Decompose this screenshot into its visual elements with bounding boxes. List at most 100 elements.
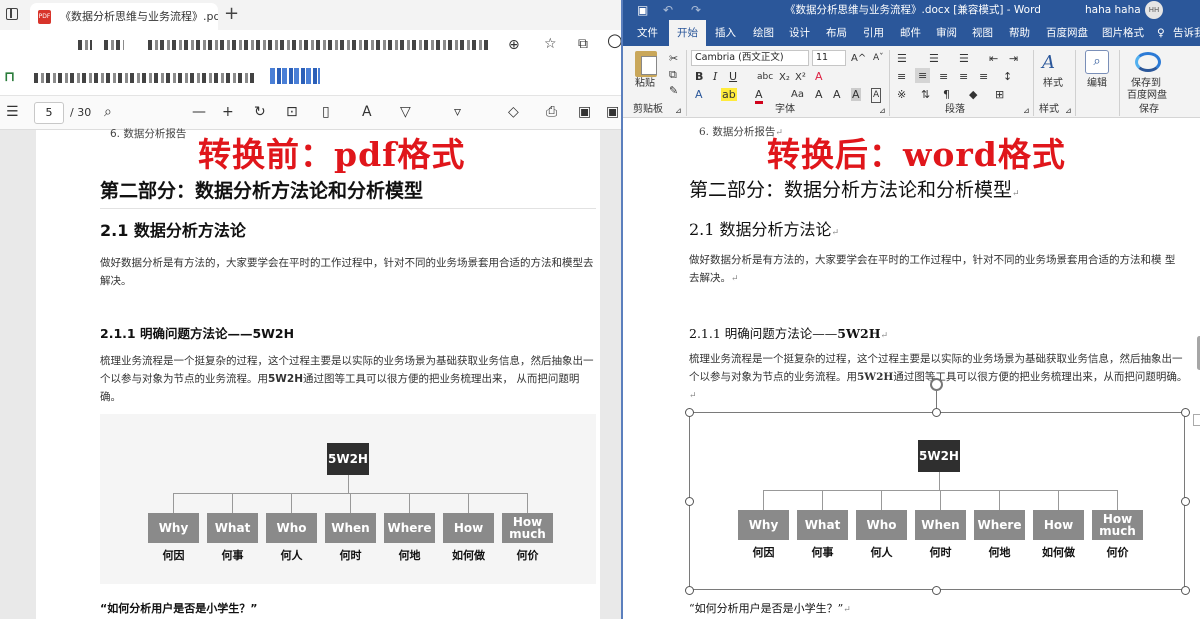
bullets-icon[interactable]: ☰ [897,52,907,65]
resize-handle[interactable] [1181,586,1190,595]
dialog-launcher-icon[interactable]: ⊿ [879,104,886,117]
contents-icon[interactable]: ☰ [6,104,19,120]
multilevel-list-icon[interactable]: ☰ [959,52,969,65]
rotate-icon[interactable]: ↻ [254,104,266,120]
save-to-netdisk-label-1[interactable]: 保存到 [1131,78,1161,90]
shrink-font-icon-2[interactable]: A [833,88,841,101]
tab-design[interactable]: 设计 [789,20,810,46]
redo-icon[interactable]: ↷ [691,2,701,18]
lightbulb-icon[interactable]: ♀ [1157,20,1165,46]
clear-format-icon[interactable]: A [815,70,823,83]
fit-page-icon[interactable]: ⊡ [286,104,298,120]
draw-icon[interactable]: ▽ [400,104,411,120]
tab-mailings[interactable]: 邮件 [900,20,921,46]
find-icon[interactable]: ⌕ [1085,50,1109,74]
resize-handle[interactable] [685,408,694,417]
styles-button[interactable]: 样式 [1043,78,1063,90]
dialog-launcher-icon[interactable]: ⊿ [1023,104,1030,117]
superscript-button[interactable]: X² [795,71,806,84]
redacted-bookmark-chip[interactable] [270,68,320,84]
asian-layout-icon[interactable]: ※ [897,88,906,101]
distributed-icon[interactable]: ≡ [979,70,988,83]
align-center-icon[interactable]: ≡ [915,68,931,83]
highlight-icon[interactable]: ▿ [454,104,461,120]
grow-font-icon[interactable]: A^ [851,52,866,65]
dialog-launcher-icon[interactable]: ⊿ [1065,104,1072,117]
editing-button[interactable]: 编辑 [1087,78,1107,90]
layout-options-icon[interactable] [1193,414,1200,426]
tab-home[interactable]: 开始 [669,20,706,46]
collections-icon[interactable]: ⧉ [578,37,588,51]
eraser-icon[interactable]: ◇ [508,104,519,120]
tab-references[interactable]: 引用 [863,20,884,46]
tab-picture-format[interactable]: 图片格式 [1102,20,1144,46]
sort-icon[interactable]: ⇅ [921,88,930,101]
paste-button[interactable]: 粘贴 [635,78,655,90]
subscript-button[interactable]: X₂ [779,71,790,84]
zoom-in-icon[interactable]: + [222,104,234,120]
font-name-select[interactable]: Cambria (西文正文) [691,50,809,66]
read-aloud-icon[interactable]: ⊕ [508,38,520,52]
char-border-icon[interactable]: A [871,88,882,103]
tab-baidu-netdisk[interactable]: 百度网盘 [1046,20,1088,46]
tab-view[interactable]: 视图 [972,20,993,46]
browser-tab-pdf[interactable]: PDF 《数据分析思维与业务流程》.pd ✕ [30,3,218,30]
save-to-netdisk-label-2[interactable]: 百度网盘 [1127,90,1167,102]
font-color-icon[interactable]: A [755,88,763,104]
rotate-handle-icon[interactable] [930,378,943,391]
user-name[interactable]: haha haha [1085,2,1141,18]
favorite-star-icon[interactable]: ☆ [544,37,557,51]
tab-help[interactable]: 帮助 [1009,20,1030,46]
dialog-launcher-icon[interactable]: ⊿ [675,104,682,117]
styles-icon[interactable]: A [1042,52,1055,74]
numbering-icon[interactable]: ☰ [929,52,939,65]
new-tab-button[interactable]: + [224,5,239,23]
save-as-icon[interactable]: ▣ [606,104,619,120]
tab-review[interactable]: 审阅 [936,20,957,46]
highlight-color-icon[interactable]: ab [721,88,737,101]
baidu-cloud-icon[interactable] [1135,52,1161,72]
bookmark-app-icon[interactable]: ⊓ [4,70,15,84]
change-case-icon[interactable]: Aa [791,88,804,101]
5w2h-diagram[interactable]: 5W2H Why 何因 What 何事 Who 何人 When 何时 Where 何地 How 如何做 H… [690,413,1184,589]
avatar[interactable]: HH [1145,1,1163,19]
shading-icon[interactable]: ◆ [969,88,977,101]
align-left-icon[interactable]: ≡ [897,70,906,83]
resize-handle[interactable] [932,408,941,417]
decrease-indent-icon[interactable]: ⇤ [989,52,998,65]
tab-insert[interactable]: 插入 [715,20,736,46]
tab-actions-icon[interactable] [6,8,18,20]
line-spacing-icon[interactable]: ↕ [1003,70,1012,83]
borders-icon[interactable]: ⊞ [995,88,1004,101]
grow-font-icon-2[interactable]: A [815,88,823,101]
tab-file[interactable]: 文件 [637,20,658,46]
font-size-select[interactable]: 11 [812,50,846,66]
resize-handle[interactable] [932,586,941,595]
profile-icon[interactable]: ○ [607,32,621,50]
read-aloud-icon[interactable]: A [362,104,372,120]
save-icon[interactable]: ▣ [637,2,648,18]
resize-handle[interactable] [685,497,694,506]
format-painter-icon[interactable]: ✎ [669,84,678,97]
strikethrough-button[interactable]: abc [757,71,773,84]
justify-icon[interactable]: ≡ [959,70,968,83]
align-right-icon[interactable]: ≡ [939,70,948,83]
paste-icon[interactable] [635,51,657,77]
tell-me-search[interactable]: 告诉我 [1173,20,1200,46]
tab-layout[interactable]: 布局 [826,20,847,46]
increase-indent-icon[interactable]: ⇥ [1009,52,1018,65]
text-effects-icon[interactable]: A [695,88,703,101]
bold-button[interactable]: B [695,70,703,83]
cut-icon[interactable]: ✂ [669,52,678,65]
show-marks-icon[interactable]: ¶ [943,88,950,101]
page-view-icon[interactable]: ▯ [322,104,330,120]
char-shading-icon[interactable]: A [851,88,861,101]
resize-handle[interactable] [1181,497,1190,506]
zoom-out-icon[interactable]: — [192,104,206,120]
save-icon[interactable]: ▣ [578,104,591,120]
italic-button[interactable]: I [713,70,717,83]
copy-icon[interactable]: ⧉ [669,68,677,81]
address-bar[interactable]: ⊕ ☆ ⧉ ○ [0,30,621,60]
resize-handle[interactable] [685,586,694,595]
page-number-input[interactable]: 5 [34,102,64,124]
